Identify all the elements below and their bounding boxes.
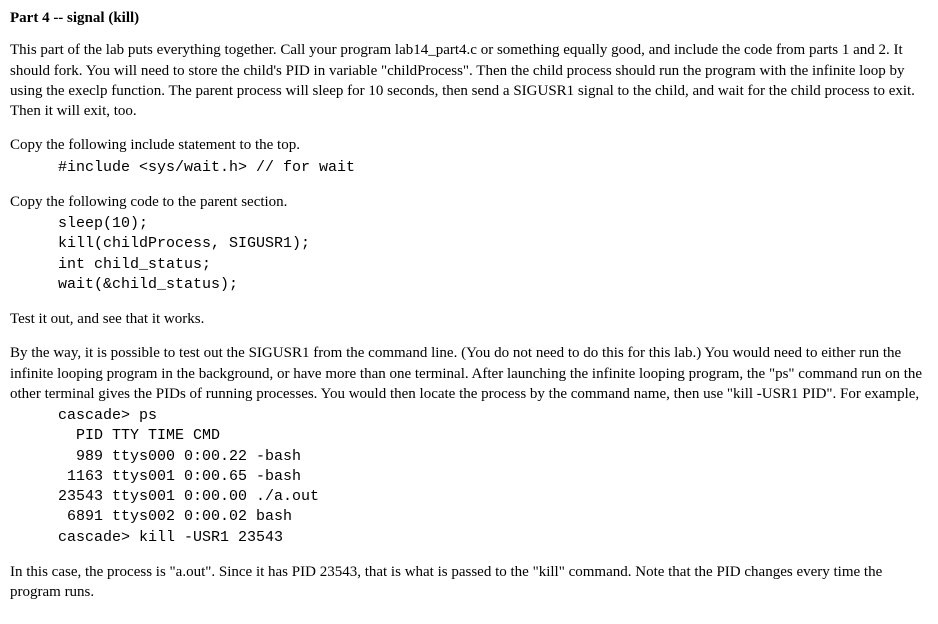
test-instruction: Test it out, and see that it works. <box>10 309 928 329</box>
include-instruction: Copy the following include statement to … <box>10 135 928 155</box>
closing-paragraph: In this case, the process is "a.out". Si… <box>10 562 928 603</box>
ps-example-code: cascade> ps PID TTY TIME CMD 989 ttys000… <box>58 406 928 548</box>
parent-code: sleep(10); kill(childProcess, SIGUSR1); … <box>58 214 928 295</box>
part-heading: Part 4 -- signal (kill) <box>10 8 928 28</box>
intro-paragraph: This part of the lab puts everything tog… <box>10 40 928 121</box>
parent-instruction: Copy the following code to the parent se… <box>10 192 928 212</box>
include-code: #include <sys/wait.h> // for wait <box>58 158 928 178</box>
sigusr1-explanation: By the way, it is possible to test out t… <box>10 343 928 404</box>
